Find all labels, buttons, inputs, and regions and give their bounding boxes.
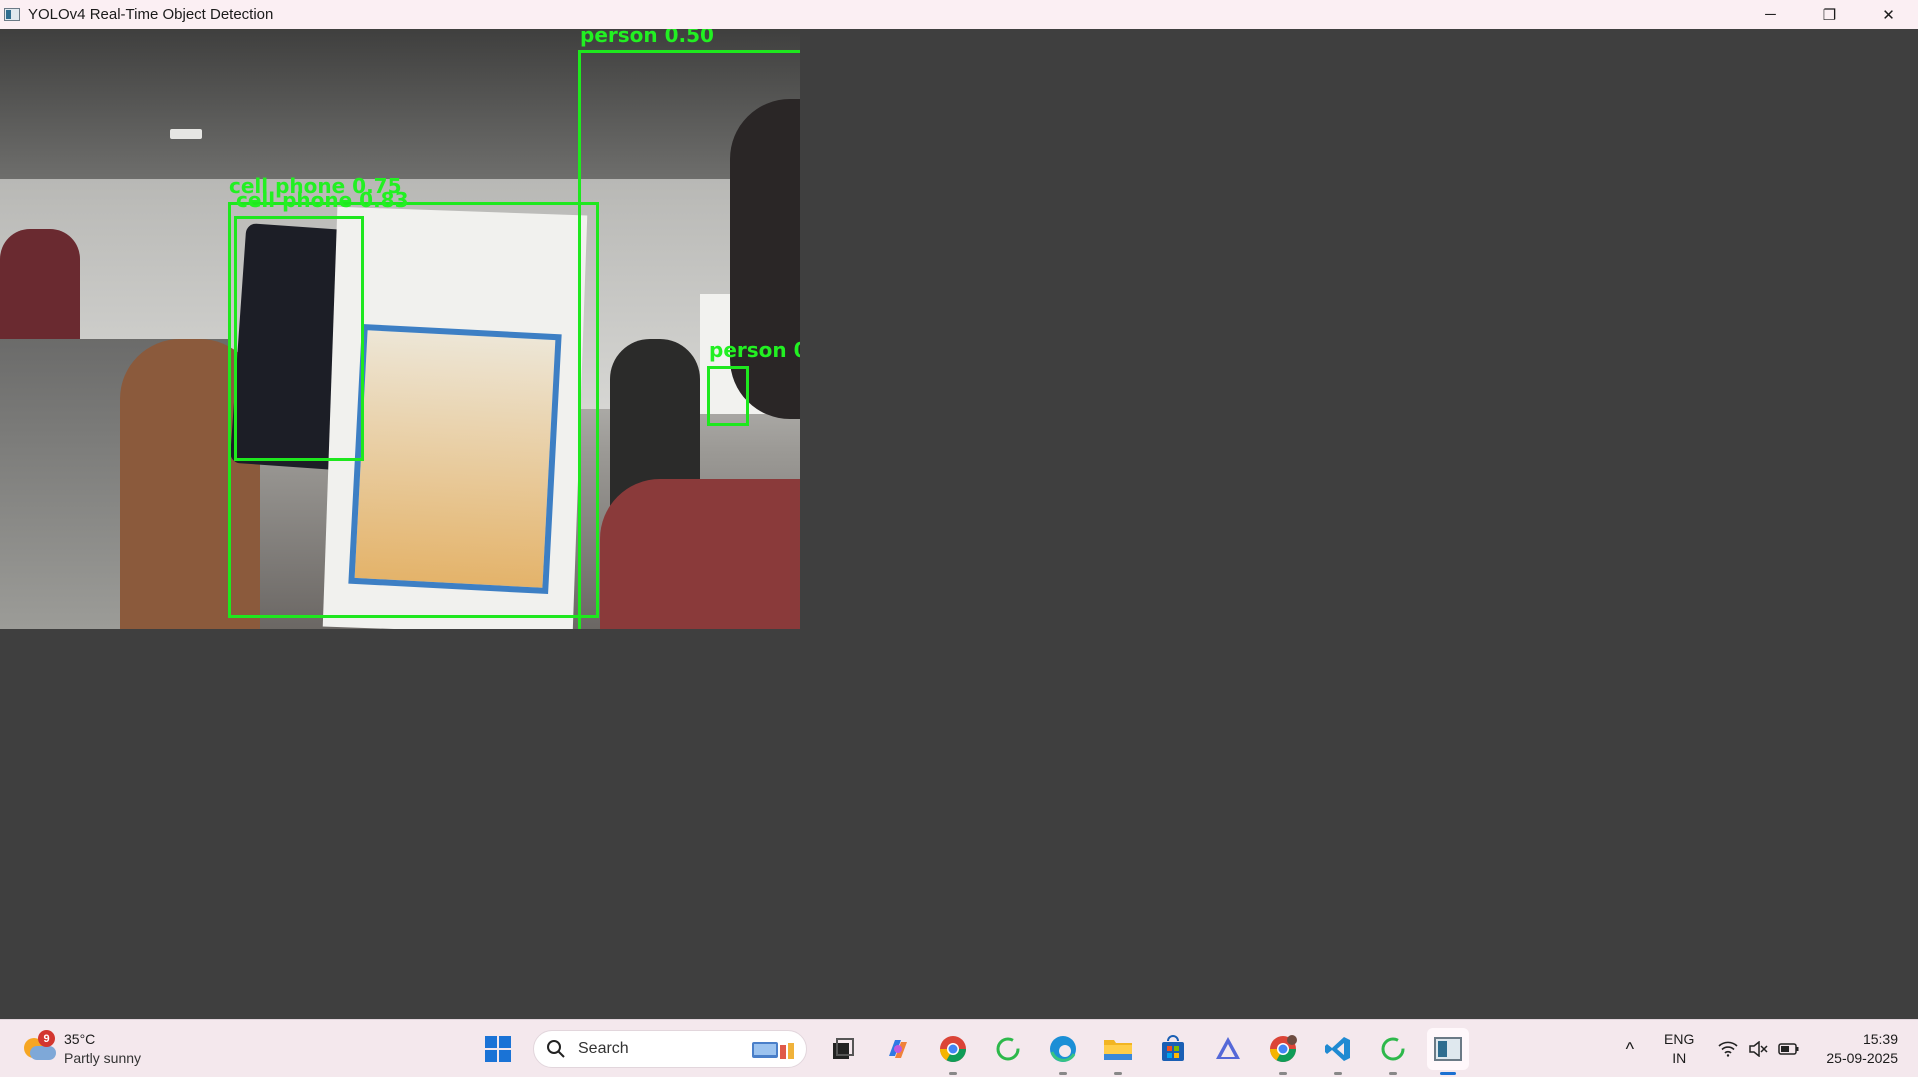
search-highlight-icon	[752, 1042, 794, 1059]
opencv-window-icon	[4, 8, 20, 21]
loading-app-button[interactable]	[987, 1028, 1029, 1070]
detection-box-cell-phone-2	[234, 216, 364, 461]
volume-muted-icon	[1749, 1041, 1768, 1057]
clock-date: 25-09-2025	[1826, 1050, 1898, 1066]
taskbar: 9 35°C Partly sunny Search ^ ENG IN 15:3…	[0, 1019, 1918, 1077]
edge-icon	[1050, 1036, 1076, 1062]
detection-label-cell-phone-2: cell phone 0.83	[236, 188, 409, 212]
active-indicator	[1440, 1072, 1456, 1075]
ceiling-light	[170, 129, 202, 139]
running-indicator	[1279, 1072, 1287, 1075]
vscode-icon	[1325, 1037, 1350, 1061]
arc-button[interactable]	[1207, 1028, 1249, 1070]
system-tray: ^ ENG IN 15:39 25-09-2025	[1626, 1020, 1918, 1077]
clock[interactable]: 15:39 25-09-2025	[1826, 1030, 1898, 1068]
battery-icon	[1778, 1043, 1799, 1055]
window-title: YOLOv4 Real-Time Object Detection	[28, 6, 274, 23]
arc-icon	[1216, 1037, 1240, 1059]
start-button[interactable]	[477, 1028, 519, 1070]
taskbar-apps: Search	[470, 1028, 1475, 1075]
search-label: Search	[578, 1040, 629, 1057]
running-indicator	[1334, 1072, 1342, 1075]
weather-condition: Partly sunny	[64, 1050, 142, 1066]
opencv-window-button[interactable]	[1427, 1028, 1469, 1075]
taskbar-search[interactable]: Search	[533, 1030, 807, 1068]
wifi-icon	[1718, 1041, 1738, 1057]
window-titlebar: YOLOv4 Real-Time Object Detection ─ ❐ ✕	[0, 0, 1918, 29]
running-indicator	[1114, 1072, 1122, 1075]
show-hidden-icons-button[interactable]: ^	[1626, 1039, 1634, 1060]
opencv-window-icon	[1434, 1037, 1462, 1061]
detection-label-person-1: person 0.50	[580, 29, 714, 47]
window-controls: ─ ❐ ✕	[1741, 0, 1918, 29]
vscode-button[interactable]	[1317, 1028, 1359, 1075]
quick-settings[interactable]	[1718, 1041, 1800, 1057]
task-view-icon	[833, 1038, 854, 1059]
copilot-button[interactable]	[877, 1028, 919, 1070]
file-explorer-icon	[1104, 1040, 1132, 1060]
detection-box-person-2	[707, 366, 749, 426]
language-code: ENG	[1664, 1031, 1695, 1047]
language-indicator[interactable]: ENG IN	[1664, 1030, 1694, 1068]
windows-start-icon	[485, 1036, 511, 1062]
chrome-button[interactable]	[932, 1028, 974, 1075]
close-button[interactable]: ✕	[1859, 0, 1918, 29]
task-view-button[interactable]	[822, 1028, 864, 1070]
running-indicator	[1389, 1072, 1397, 1075]
partly-sunny-icon: 9	[22, 1030, 56, 1064]
copilot-icon	[889, 1040, 907, 1058]
store-button[interactable]	[1152, 1028, 1194, 1070]
camera-frame: person 0.50 cell phone 0.75 cell phone 0…	[0, 29, 800, 629]
notification-badge: 9	[38, 1030, 55, 1047]
file-explorer-button[interactable]	[1097, 1028, 1139, 1075]
loading-app-icon	[1381, 1037, 1405, 1061]
loading-app-button-2[interactable]	[1372, 1028, 1414, 1075]
weather-widget[interactable]: 9 35°C Partly sunny	[22, 1030, 141, 1068]
clock-time: 15:39	[1862, 1031, 1898, 1047]
minimize-button[interactable]: ─	[1741, 0, 1800, 29]
chrome-profile-icon	[1270, 1035, 1297, 1062]
detection-label-person-2: person 0	[709, 338, 800, 362]
store-icon	[1162, 1035, 1184, 1061]
running-indicator	[949, 1072, 957, 1075]
weather-temperature: 35°C	[64, 1031, 96, 1047]
running-indicator	[1059, 1072, 1067, 1075]
region-code: IN	[1672, 1050, 1687, 1066]
loading-app-icon	[996, 1037, 1020, 1061]
restore-button[interactable]: ❐	[1800, 0, 1859, 29]
chrome-profile-button[interactable]	[1262, 1028, 1304, 1075]
edge-button[interactable]	[1042, 1028, 1084, 1075]
search-icon	[547, 1040, 565, 1058]
chrome-icon	[940, 1036, 966, 1062]
